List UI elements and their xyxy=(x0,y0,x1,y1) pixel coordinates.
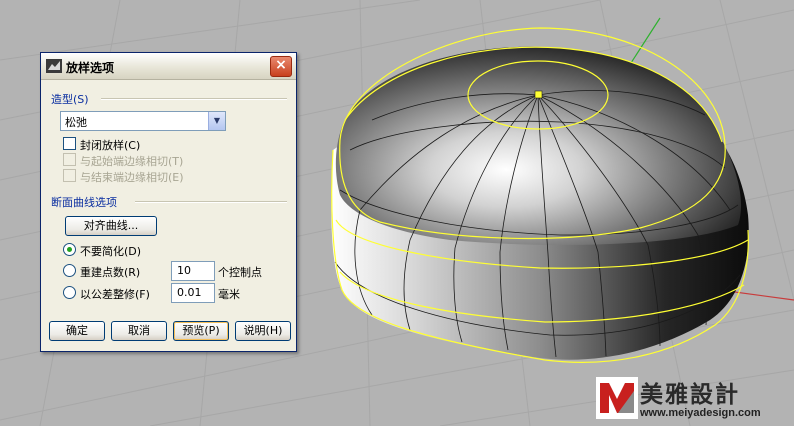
refit-label[interactable]: 以公差整修(F) xyxy=(80,286,150,302)
closed-loft-label[interactable]: 封闭放样(C) xyxy=(80,137,140,153)
refit-tolerance-value: 0.01 xyxy=(177,286,202,299)
match-start-label: 与起始端边缘相切(T) xyxy=(80,155,184,168)
cross-section-label: 断面曲线选项 xyxy=(51,196,117,209)
logo-url: www.meiyadesign.com xyxy=(640,407,761,419)
meiya-design-logo: 美雅設計 www.meiyadesign.com xyxy=(596,375,792,423)
rebuild-unit-label: 个控制点 xyxy=(218,266,262,279)
logo-icon xyxy=(596,377,638,419)
no-simplify-label[interactable]: 不要简化(D) xyxy=(80,243,141,259)
dialog-title: 放样选项 xyxy=(66,61,115,75)
help-button[interactable]: 说明(H) xyxy=(235,321,291,341)
style-dropdown[interactable]: 松弛 ▼ xyxy=(60,111,226,131)
rebuild-radio[interactable] xyxy=(63,264,76,277)
match-end-label: 与结束端边缘相切(E) xyxy=(80,171,184,184)
refit-unit-label: 毫米 xyxy=(218,288,240,301)
rebuild-label[interactable]: 重建点数(R) xyxy=(80,264,140,280)
cross-section-divider xyxy=(135,201,287,203)
ok-button[interactable]: 确定 xyxy=(49,321,105,341)
match-start-checkbox[interactable] xyxy=(63,153,76,166)
style-dropdown-value: 松弛 xyxy=(65,116,87,129)
preview-button[interactable]: 预览(P) xyxy=(173,321,229,341)
loft-options-dialog: 放样选项 × 造型(S) 松弛 ▼ 封闭放样(C) 与起始端边缘相切(T) 与结… xyxy=(40,52,297,352)
loft-apex-point[interactable] xyxy=(534,90,543,99)
refit-radio[interactable] xyxy=(63,286,76,299)
rebuild-count-input[interactable]: 10 xyxy=(171,261,215,281)
dialog-titlebar[interactable]: 放样选项 × xyxy=(41,53,296,80)
chevron-down-icon[interactable]: ▼ xyxy=(208,112,225,130)
align-curves-button[interactable]: 对齐曲线... xyxy=(65,216,157,236)
rebuild-count-value: 10 xyxy=(177,264,191,277)
close-icon[interactable]: × xyxy=(270,56,292,77)
refit-tolerance-input[interactable]: 0.01 xyxy=(171,283,215,303)
closed-loft-checkbox[interactable] xyxy=(63,137,76,150)
style-section-label: 造型(S) xyxy=(51,93,89,106)
style-section-divider xyxy=(101,98,287,100)
logo-chinese-name: 美雅設計 xyxy=(640,382,740,408)
rhino-app-icon xyxy=(46,59,62,73)
match-end-checkbox[interactable] xyxy=(63,169,76,182)
no-simplify-radio[interactable] xyxy=(63,243,76,256)
cancel-button[interactable]: 取消 xyxy=(111,321,167,341)
